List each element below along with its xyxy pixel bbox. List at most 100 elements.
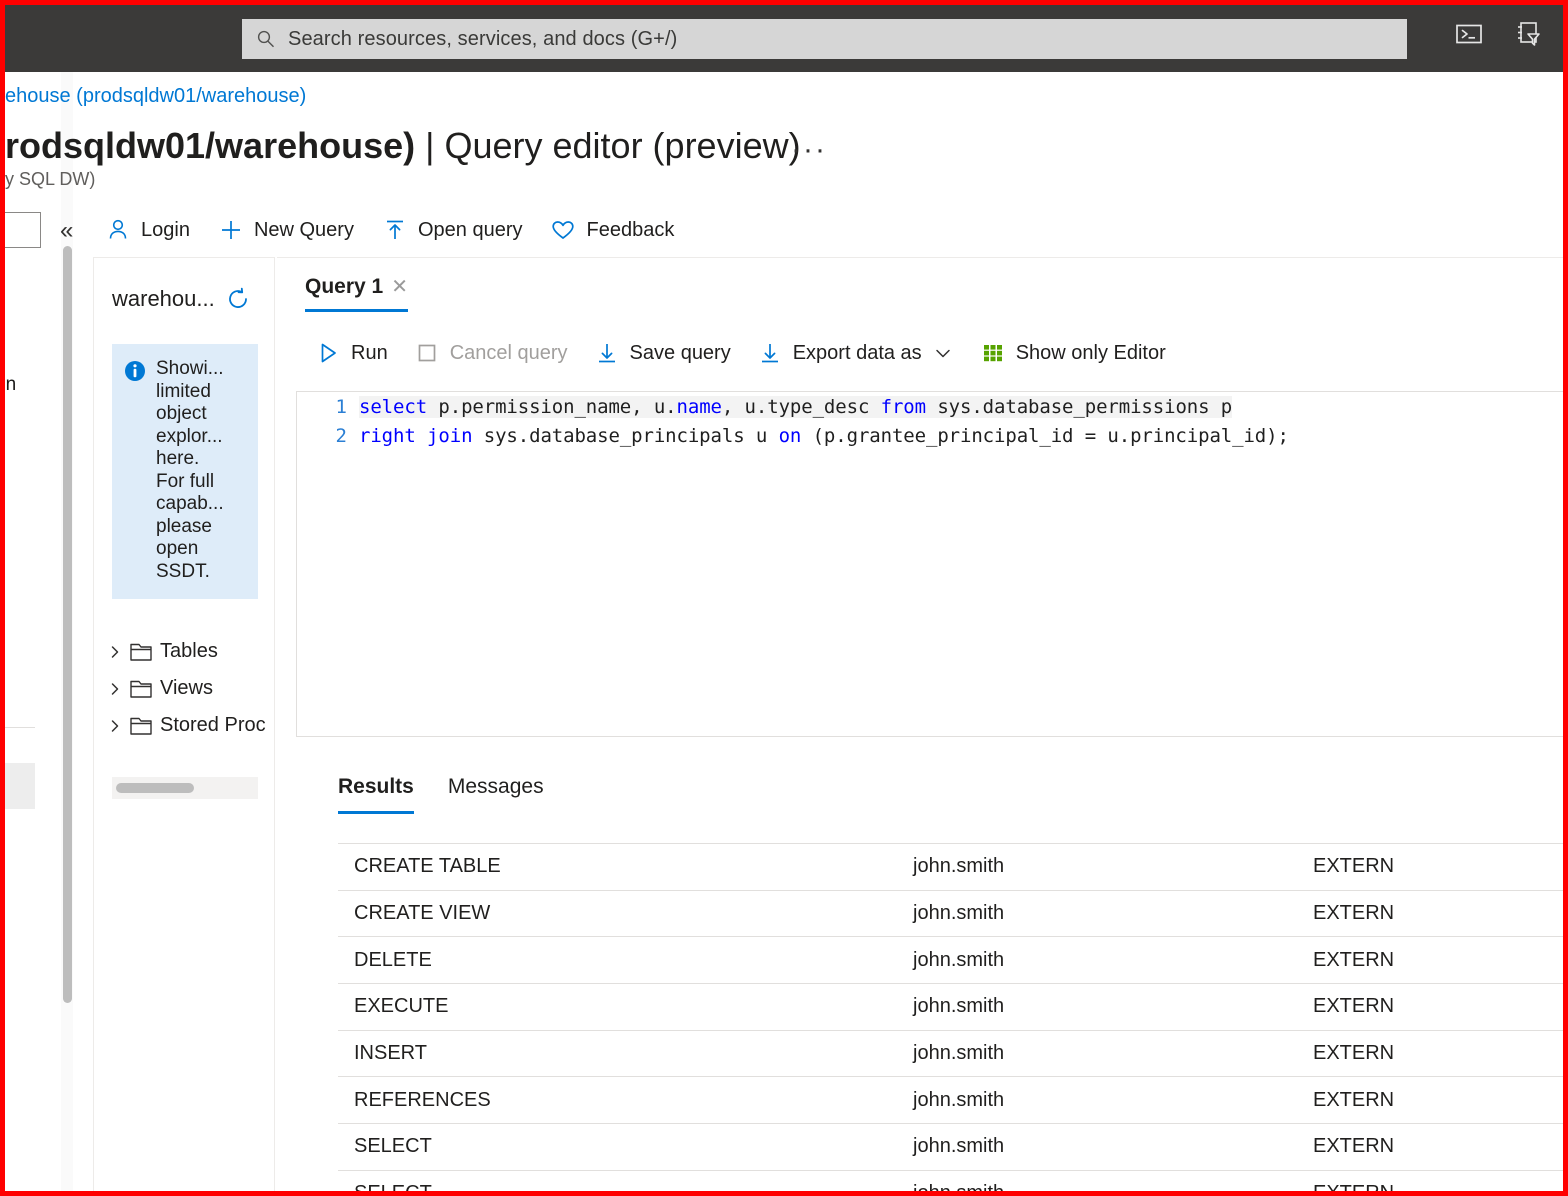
collapse-nav-button[interactable]: « xyxy=(60,217,73,245)
chevron-down-icon[interactable] xyxy=(932,342,954,364)
person-icon xyxy=(109,219,127,239)
table-row[interactable]: CREATE TABLE john.smith EXTERN xyxy=(338,843,1563,890)
download-arrow-icon xyxy=(761,344,778,363)
command-bar-leftbox[interactable] xyxy=(5,212,41,248)
save-query-button[interactable]: Save query xyxy=(584,334,741,372)
sql-code-editor[interactable]: 1 select p.permission_name, u.name, u.ty… xyxy=(296,391,1563,737)
table-row[interactable]: DELETE john.smith EXTERN xyxy=(338,936,1563,983)
table-row[interactable]: INSERT john.smith EXTERN xyxy=(338,1029,1563,1077)
query-tab-strip: Query 1 ✕ xyxy=(277,258,1563,312)
play-icon xyxy=(321,343,336,363)
azure-portal-window: Search resources, services, and docs (G+… xyxy=(0,0,1568,1196)
line-number: 2 xyxy=(335,424,347,447)
table-row[interactable]: EXECUTE john.smith EXTERN xyxy=(338,983,1563,1030)
leftnav-item-label-1[interactable]: on xyxy=(5,374,16,396)
object-explorer-header: warehou... xyxy=(94,258,274,312)
cell-type-desc: EXTERN xyxy=(1313,902,1395,925)
cell-name: john.smith xyxy=(913,1042,1005,1065)
run-label: Run xyxy=(351,341,388,364)
object-explorer-panel: warehou... Showi... limited object explo… xyxy=(93,257,275,1191)
code-line-2: 2 right join sys.database_principals u o… xyxy=(297,421,1563,450)
leftnav-selected-item[interactable] xyxy=(5,763,35,809)
cell-type-desc: EXTERN xyxy=(1313,1088,1395,1111)
plus-icon xyxy=(221,221,240,239)
directory-filter-icon[interactable] xyxy=(1513,18,1545,50)
table-row[interactable]: CREATE VIEW john.smith EXTERN xyxy=(338,889,1563,937)
folder-icon xyxy=(130,680,152,698)
results-grid: CREATE TABLE john.smith EXTERN CREATE VIEW j… xyxy=(338,843,1563,1196)
object-explorer-info-banner: Showi... limited object explor... here. … xyxy=(112,344,258,599)
search-input-placeholder: Search resources, services, and docs (G+… xyxy=(288,27,678,50)
page-title-divider: | xyxy=(415,125,445,166)
tree-node-tables[interactable]: Tables xyxy=(108,633,274,670)
save-query-label: Save query xyxy=(629,341,731,364)
feedback-label: Feedback xyxy=(586,218,675,241)
cell-name: john.smith xyxy=(913,995,1005,1018)
table-row[interactable]: REFERENCES john.smith EXTERN xyxy=(338,1076,1563,1123)
object-explorer-hscrollbar-thumb[interactable] xyxy=(116,783,194,793)
more-options-button[interactable]: ··· xyxy=(791,133,827,167)
cell-type-desc: EXTERN xyxy=(1313,855,1395,878)
cell-type-desc: EXTERN xyxy=(1313,995,1395,1018)
folder-icon xyxy=(130,643,152,661)
cell-permission-name: DELETE xyxy=(354,948,432,971)
login-button[interactable]: Login xyxy=(95,210,200,250)
code-line-1-text: select p.permission_name, u.name, u.type… xyxy=(359,395,1233,418)
page-subtitle: y SQL DW) xyxy=(5,169,96,189)
query-toolbar: Run Cancel query Save query Export data … xyxy=(277,312,1563,372)
tree-node-views-label: Views xyxy=(160,677,213,699)
refresh-icon[interactable] xyxy=(225,286,251,312)
table-row[interactable]: SELECT john.smith EXTERN xyxy=(338,1123,1563,1170)
tree-node-views[interactable]: Views xyxy=(108,670,274,707)
run-button[interactable]: Run xyxy=(305,334,398,372)
cell-name: john.smith xyxy=(913,1088,1005,1111)
new-query-button[interactable]: New Query xyxy=(208,210,364,250)
cell-type-desc: EXTERN xyxy=(1313,1135,1395,1158)
query-tab-query-1[interactable]: Query 1 ✕ xyxy=(305,274,408,312)
code-line-1: 1 select p.permission_name, u.name, u.ty… xyxy=(297,392,1563,421)
page-title-section: Query editor (preview) xyxy=(444,125,801,166)
cell-name: john.smith xyxy=(913,1181,1005,1196)
cancel-query-button: Cancel query xyxy=(404,334,578,372)
cell-name: john.smith xyxy=(913,855,1005,878)
new-query-label: New Query xyxy=(253,218,354,241)
show-only-editor-button[interactable]: Show only Editor xyxy=(970,334,1176,372)
tab-results[interactable]: Results xyxy=(338,775,414,814)
tree-node-stored-procedures[interactable]: Stored Proc xyxy=(108,707,274,744)
cell-permission-name: INSERT xyxy=(354,1042,427,1065)
export-data-as-label: Export data as xyxy=(792,341,922,364)
chevron-right-icon[interactable] xyxy=(108,682,122,696)
grid-icon xyxy=(983,345,1002,362)
cell-permission-name: CREATE TABLE xyxy=(354,855,501,878)
cell-permission-name: CREATE VIEW xyxy=(354,902,491,925)
export-data-as-button[interactable]: Export data as xyxy=(747,334,964,372)
cell-permission-name: EXECUTE xyxy=(354,995,449,1018)
breadcrumb[interactable]: ehouse (prodsqldw01/warehouse) xyxy=(5,85,306,108)
chevron-right-icon[interactable] xyxy=(108,645,122,659)
line-number: 1 xyxy=(335,395,347,418)
cell-name: john.smith xyxy=(913,948,1005,971)
download-arrow-icon xyxy=(598,344,615,363)
page-title-resource: rodsqldw01/warehouse) xyxy=(5,125,416,166)
table-row[interactable]: SELECT john.smith EXTERN xyxy=(338,1169,1563,1196)
query-tab-label: Query 1 xyxy=(305,274,384,298)
cancel-query-label: Cancel query xyxy=(449,341,568,364)
command-bar: Login New Query Open query Feedback xyxy=(95,210,684,250)
cell-permission-name: SELECT xyxy=(354,1181,432,1196)
page-title: rodsqldw01/warehouse) | Query editor (pr… xyxy=(5,125,801,167)
info-icon xyxy=(125,361,145,381)
chevron-right-icon[interactable] xyxy=(108,719,122,733)
global-search-box[interactable]: Search resources, services, and docs (G+… xyxy=(242,19,1407,59)
cell-permission-name: REFERENCES xyxy=(354,1088,491,1111)
feedback-button[interactable]: Feedback xyxy=(540,210,684,250)
leftnav-scrollbar-thumb[interactable] xyxy=(63,246,72,1003)
object-explorer-hscrollbar-track[interactable] xyxy=(112,777,258,799)
cell-type-desc: EXTERN xyxy=(1313,948,1395,971)
open-query-button[interactable]: Open query xyxy=(372,210,533,250)
cloud-shell-icon[interactable] xyxy=(1453,18,1485,50)
object-explorer-info-text: Showi... limited object explor... here. … xyxy=(156,358,224,582)
close-icon[interactable]: ✕ xyxy=(391,274,408,299)
cell-name: john.smith xyxy=(913,902,1005,925)
object-explorer-title: warehou... xyxy=(112,286,215,311)
tab-messages[interactable]: Messages xyxy=(448,775,544,814)
